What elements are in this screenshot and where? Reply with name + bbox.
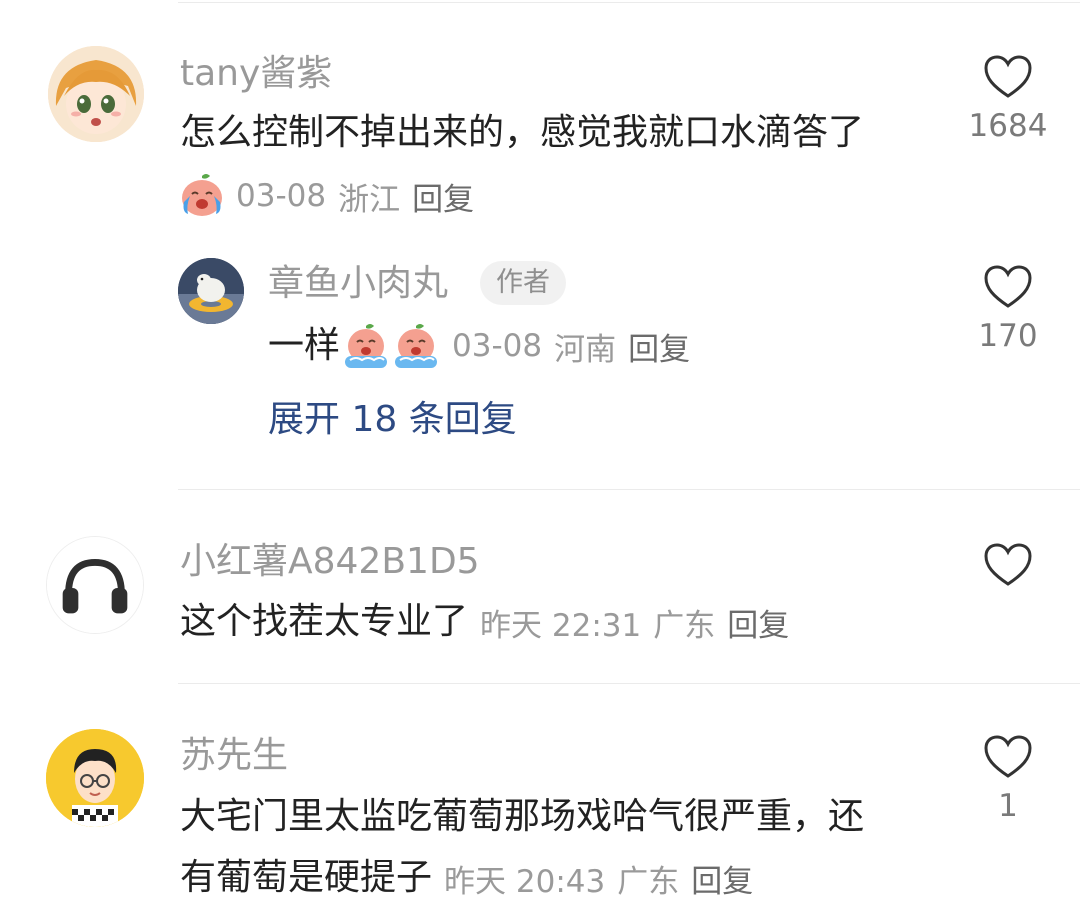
comment-row: 有葡萄是硬提子 昨天 20:43 广东 回复 bbox=[180, 852, 753, 904]
crying-peach-emoji-icon bbox=[342, 322, 390, 370]
comment-text: 大宅门里太监吃葡萄那场戏哈气很严重，还 bbox=[180, 796, 865, 837]
comment-text: 这个找茬太专业了 bbox=[180, 601, 469, 642]
username[interactable]: 章鱼小肉丸 bbox=[268, 262, 448, 306]
crying-peach-emoji-icon bbox=[178, 172, 226, 220]
comment-location: 浙江 bbox=[338, 181, 401, 218]
heart-icon bbox=[984, 735, 1032, 778]
comment-text: 怎么控制不掉出来的，感觉我就口水滴答了 bbox=[180, 112, 865, 153]
comment-location: 广东 bbox=[653, 607, 716, 644]
seal-on-float-avatar-icon bbox=[178, 258, 244, 324]
expand-replies-link[interactable]: 展开 18 条回复 bbox=[268, 398, 517, 442]
comment-location: 广东 bbox=[617, 863, 680, 900]
comment-location: 河南 bbox=[554, 331, 617, 368]
divider bbox=[178, 683, 1080, 684]
like-button[interactable]: 1684 bbox=[958, 54, 1058, 144]
reply-button[interactable]: 回复 bbox=[628, 324, 690, 369]
comment-date: 昨天 22:31 bbox=[480, 607, 642, 644]
like-button[interactable]: 170 bbox=[958, 264, 1058, 354]
reply-content-row: 一样 03-08 河南 回复 bbox=[268, 320, 690, 372]
comment-date: 昨天 20:43 bbox=[444, 863, 606, 900]
comment-text: 一样 bbox=[268, 325, 341, 366]
username[interactable]: 苏先生 bbox=[180, 734, 288, 778]
author-badge: 作者 bbox=[480, 261, 566, 305]
like-count: 170 bbox=[978, 318, 1038, 354]
comment-text-continued: 有葡萄是硬提子 bbox=[180, 857, 433, 898]
comment-meta: 03-08 浙江 回复 bbox=[178, 170, 474, 222]
anime-girl-avatar-icon bbox=[48, 46, 144, 142]
reply-button[interactable]: 回复 bbox=[691, 856, 753, 901]
heart-icon bbox=[984, 55, 1032, 98]
heart-icon bbox=[984, 265, 1032, 308]
cartoon-man-avatar-icon bbox=[46, 729, 144, 827]
headphones-avatar-icon bbox=[47, 537, 143, 633]
reply-button[interactable]: 回复 bbox=[412, 174, 474, 219]
crying-peach-emoji-icon bbox=[392, 322, 440, 370]
comment-date: 03-08 bbox=[236, 178, 327, 214]
like-count: 1 bbox=[998, 788, 1018, 824]
avatar[interactable] bbox=[178, 258, 244, 324]
avatar[interactable] bbox=[48, 46, 144, 142]
heart-icon bbox=[984, 543, 1032, 586]
avatar[interactable] bbox=[46, 729, 144, 827]
comment-date: 03-08 bbox=[452, 328, 543, 364]
reply-button[interactable]: 回复 bbox=[727, 600, 789, 645]
like-button[interactable]: 1 bbox=[958, 734, 1058, 824]
username[interactable]: 小红薯A842B1D5 bbox=[180, 540, 480, 584]
divider bbox=[178, 489, 1080, 490]
like-count: 1684 bbox=[968, 108, 1048, 144]
avatar[interactable] bbox=[46, 536, 144, 634]
username[interactable]: tany酱紫 bbox=[180, 52, 332, 96]
comment-row: 这个找茬太专业了 昨天 22:31 广东 回复 bbox=[180, 596, 789, 648]
like-button[interactable] bbox=[958, 542, 1058, 596]
divider-top bbox=[178, 2, 1080, 3]
